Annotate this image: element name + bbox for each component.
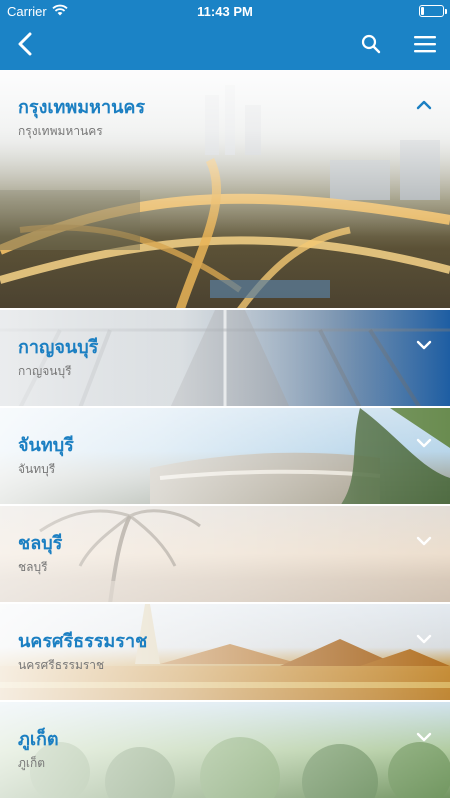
search-button[interactable] [356, 31, 386, 61]
province-title: ชลบุรี [18, 533, 63, 554]
province-title: ภูเก็ต [18, 729, 59, 750]
province-subtitle: กาญจนบุรี [18, 364, 72, 378]
province-title: นครศรีธรรมราช [18, 631, 148, 652]
chevron-up-icon [416, 96, 432, 110]
province-item-phuket[interactable]: ภูเก็ต ภูเก็ต [0, 702, 450, 800]
province-item-kanchanaburi[interactable]: กาญจนบุรี กาญจนบุรี [0, 310, 450, 408]
province-item-chanthaburi[interactable]: จันทบุรี จันทบุรี [0, 408, 450, 506]
battery-icon [419, 5, 447, 17]
chevron-left-icon [17, 32, 33, 60]
status-bar: Carrier 11:43 PM [0, 0, 450, 22]
hamburger-menu-icon [414, 35, 436, 57]
province-subtitle: ภูเก็ต [18, 756, 46, 770]
province-title: กาญจนบุรี [18, 337, 99, 358]
province-title: กรุงเทพมหานคร [18, 97, 146, 118]
province-subtitle: จันทบุรี [18, 462, 56, 476]
chevron-down-icon [416, 434, 432, 448]
province-subtitle: กรุงเทพมหานคร [18, 124, 103, 138]
chevron-down-icon [416, 630, 432, 644]
province-subtitle: ชลบุรี [18, 560, 48, 574]
search-icon [361, 34, 381, 58]
nav-actions [356, 31, 440, 61]
province-subtitle: นครศรีธรรมราช [18, 658, 105, 672]
province-item-chonburi[interactable]: ชลบุรี ชลบุรี [0, 506, 450, 604]
menu-button[interactable] [410, 31, 440, 61]
province-list: กรุงเทพมหานคร กรุงเทพมหานคร กาญจนบุรี กา… [0, 70, 450, 800]
chevron-down-icon [416, 336, 432, 350]
province-title: จันทบุรี [18, 435, 74, 456]
carrier-label: Carrier [7, 3, 47, 19]
fade-overlay [0, 506, 450, 602]
status-left: Carrier [7, 4, 68, 19]
fade-overlay [0, 702, 450, 798]
chevron-down-icon [416, 532, 432, 546]
province-item-bangkok[interactable]: กรุงเทพมหานคร กรุงเทพมหานคร [0, 70, 450, 310]
back-button[interactable] [10, 31, 40, 61]
wifi-icon [52, 4, 68, 19]
battery-level [421, 7, 424, 15]
province-item-nakhon-si-thammarat[interactable]: นครศรีธรรมราช นครศรีธรรมราช [0, 604, 450, 702]
navigation-bar [0, 22, 450, 70]
chevron-down-icon [416, 728, 432, 742]
